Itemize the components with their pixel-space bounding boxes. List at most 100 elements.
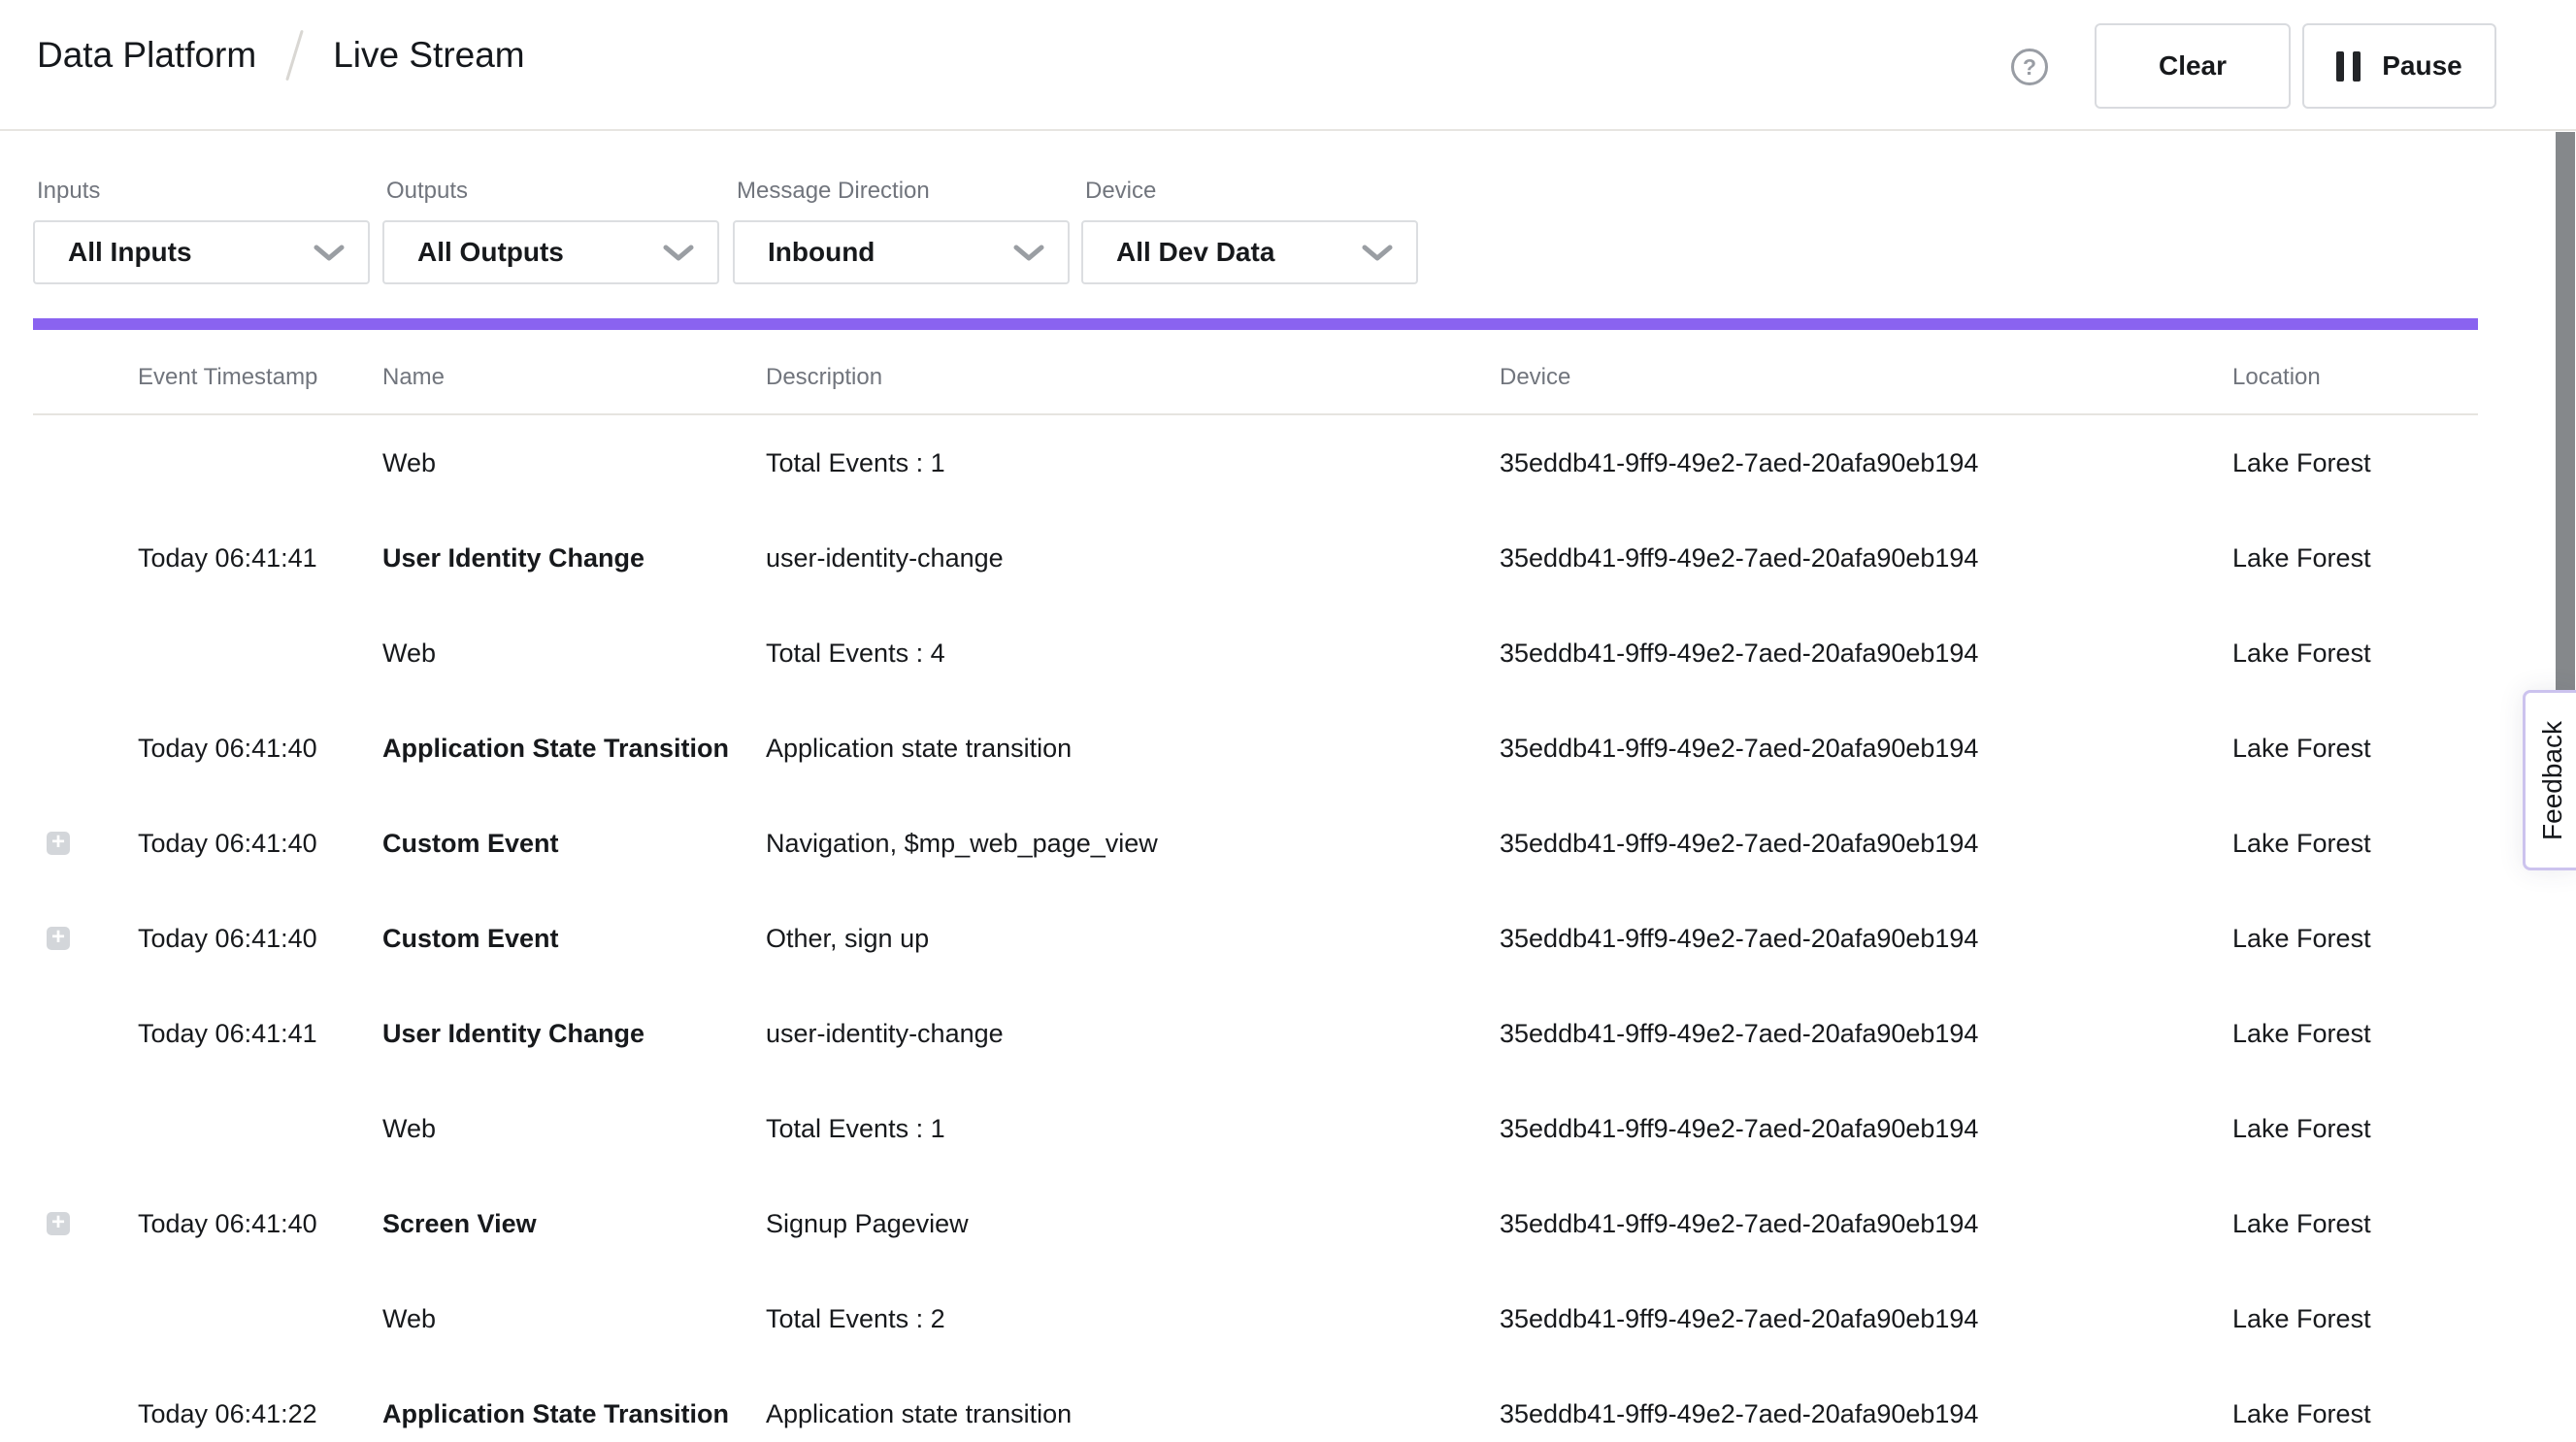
cell-name: Custom Event (382, 924, 766, 954)
cell-event-timestamp: Today 06:41:40 (138, 829, 382, 859)
cell-event-timestamp: Today 06:41:40 (138, 924, 382, 954)
cell-event-timestamp: Today 06:41:41 (138, 543, 382, 574)
filter-outputs-label: Outputs (386, 178, 719, 205)
cell-name: Application State Transition (382, 734, 766, 764)
inputs-dropdown[interactable]: All Inputs (33, 220, 370, 284)
table-row[interactable]: + Today 06:41:41 User Identity Change us… (0, 510, 2576, 606)
cell-description: user-identity-change (766, 1019, 1500, 1049)
cell-device: 35eddb41-9ff9-49e2-7aed-20afa90eb194 (1500, 1114, 2232, 1144)
filter-message-direction-label: Message Direction (737, 178, 1070, 205)
table-row[interactable]: + Web Total Events : 4 35eddb41-9ff9-49e… (0, 606, 2576, 701)
table-row[interactable]: + Today 06:41:41 User Identity Change us… (0, 986, 2576, 1081)
clear-button[interactable]: Clear (2095, 23, 2291, 109)
cell-device: 35eddb41-9ff9-49e2-7aed-20afa90eb194 (1500, 639, 2232, 669)
chevron-down-icon (1013, 245, 1044, 262)
table-row[interactable]: + Today 06:41:40 Custom Event Navigation… (0, 796, 2576, 891)
device-dropdown-value: All Dev Data (1116, 237, 1274, 268)
cell-name: User Identity Change (382, 543, 766, 574)
cell-description: Total Events : 1 (766, 1114, 1500, 1144)
cell-location: Lake Forest (2232, 1304, 2576, 1334)
cell-description: Application state transition (766, 1399, 1500, 1429)
cell-name: Web (382, 1114, 766, 1144)
cell-name: Application State Transition (382, 1399, 766, 1429)
device-dropdown[interactable]: All Dev Data (1081, 220, 1418, 284)
expand-row-button[interactable]: + (47, 1212, 70, 1235)
cell-device: 35eddb41-9ff9-49e2-7aed-20afa90eb194 (1500, 1209, 2232, 1239)
breadcrumb-live-stream: Live Stream (333, 35, 524, 76)
chevron-down-icon (314, 245, 345, 262)
cell-location: Lake Forest (2232, 448, 2576, 478)
table-header: Event Timestamp Name Description Device … (0, 342, 2576, 413)
feedback-tab[interactable]: Feedback (2523, 690, 2576, 870)
cell-device: 35eddb41-9ff9-49e2-7aed-20afa90eb194 (1500, 734, 2232, 764)
clear-button-label: Clear (2159, 50, 2227, 82)
cell-device: 35eddb41-9ff9-49e2-7aed-20afa90eb194 (1500, 543, 2232, 574)
cell-location: Lake Forest (2232, 1209, 2576, 1239)
breadcrumb-data-platform[interactable]: Data Platform (37, 35, 256, 76)
pause-icon (2336, 51, 2361, 82)
cell-device: 35eddb41-9ff9-49e2-7aed-20afa90eb194 (1500, 448, 2232, 478)
help-icon[interactable]: ? (2011, 49, 2048, 85)
column-event-timestamp: Event Timestamp (138, 364, 382, 391)
cell-event-timestamp: Today 06:41:22 (138, 1399, 382, 1429)
vertical-scrollbar-thumb[interactable] (2556, 132, 2575, 691)
plus-icon: + (51, 1212, 65, 1234)
table-row[interactable]: + Web Total Events : 1 35eddb41-9ff9-49e… (0, 415, 2576, 510)
header-divider (0, 129, 2576, 131)
table-row[interactable]: + Today 06:41:40 Screen View Signup Page… (0, 1176, 2576, 1271)
column-description: Description (766, 364, 1500, 391)
table-row[interactable]: + Web Total Events : 2 35eddb41-9ff9-49e… (0, 1271, 2576, 1366)
cell-location: Lake Forest (2232, 1019, 2576, 1049)
chevron-down-icon (663, 245, 694, 262)
cell-description: Other, sign up (766, 924, 1500, 954)
table-row[interactable]: + Today 06:41:40 Custom Event Other, sig… (0, 891, 2576, 986)
cell-location: Lake Forest (2232, 543, 2576, 574)
filter-device-label: Device (1085, 178, 1418, 205)
feedback-tab-label: Feedback (2537, 721, 2568, 840)
cell-description: Total Events : 1 (766, 448, 1500, 478)
event-table-body: + Web Total Events : 1 35eddb41-9ff9-49e… (0, 415, 2576, 1442)
column-name: Name (382, 364, 766, 391)
cell-device: 35eddb41-9ff9-49e2-7aed-20afa90eb194 (1500, 924, 2232, 954)
cell-description: Signup Pageview (766, 1209, 1500, 1239)
cell-device: 35eddb41-9ff9-49e2-7aed-20afa90eb194 (1500, 1304, 2232, 1334)
filter-device: Device All Dev Data (1081, 178, 1418, 284)
cell-event-timestamp: Today 06:41:40 (138, 734, 382, 764)
cell-name: Custom Event (382, 829, 766, 859)
message-direction-dropdown[interactable]: Inbound (733, 220, 1070, 284)
inputs-dropdown-value: All Inputs (68, 237, 192, 268)
cell-event-timestamp: Today 06:41:40 (138, 1209, 382, 1239)
expand-row-button[interactable]: + (47, 832, 70, 855)
outputs-dropdown[interactable]: All Outputs (382, 220, 719, 284)
cell-name: User Identity Change (382, 1019, 766, 1049)
expand-row-button[interactable]: + (47, 927, 70, 950)
chevron-down-icon (1362, 245, 1393, 262)
cell-event-timestamp: Today 06:41:41 (138, 1019, 382, 1049)
table-row[interactable]: + Today 06:41:40 Application State Trans… (0, 701, 2576, 796)
cell-location: Lake Forest (2232, 924, 2576, 954)
plus-icon: + (51, 927, 65, 949)
cell-name: Screen View (382, 1209, 766, 1239)
breadcrumb: Data Platform Live Stream (37, 29, 525, 82)
message-direction-dropdown-value: Inbound (768, 237, 875, 268)
plus-icon: + (51, 832, 65, 854)
filter-inputs: Inputs All Inputs (33, 178, 370, 284)
cell-description: Navigation, $mp_web_page_view (766, 829, 1500, 859)
cell-device: 35eddb41-9ff9-49e2-7aed-20afa90eb194 (1500, 1019, 2232, 1049)
pause-button[interactable]: Pause (2302, 23, 2496, 109)
cell-name: Web (382, 1304, 766, 1334)
cell-description: Total Events : 4 (766, 639, 1500, 669)
table-row[interactable]: + Web Total Events : 1 35eddb41-9ff9-49e… (0, 1081, 2576, 1176)
breadcrumb-separator-icon (285, 30, 304, 82)
filter-outputs: Outputs All Outputs (382, 178, 719, 284)
pause-button-label: Pause (2382, 50, 2462, 82)
live-stream-progress-bar (33, 318, 2478, 330)
cell-device: 35eddb41-9ff9-49e2-7aed-20afa90eb194 (1500, 829, 2232, 859)
cell-description: Total Events : 2 (766, 1304, 1500, 1334)
cell-name: Web (382, 639, 766, 669)
table-row[interactable]: + Today 06:41:22 Application State Trans… (0, 1366, 2576, 1442)
filter-inputs-label: Inputs (37, 178, 370, 205)
cell-name: Web (382, 448, 766, 478)
cell-description: Application state transition (766, 734, 1500, 764)
cell-location: Lake Forest (2232, 1399, 2576, 1429)
